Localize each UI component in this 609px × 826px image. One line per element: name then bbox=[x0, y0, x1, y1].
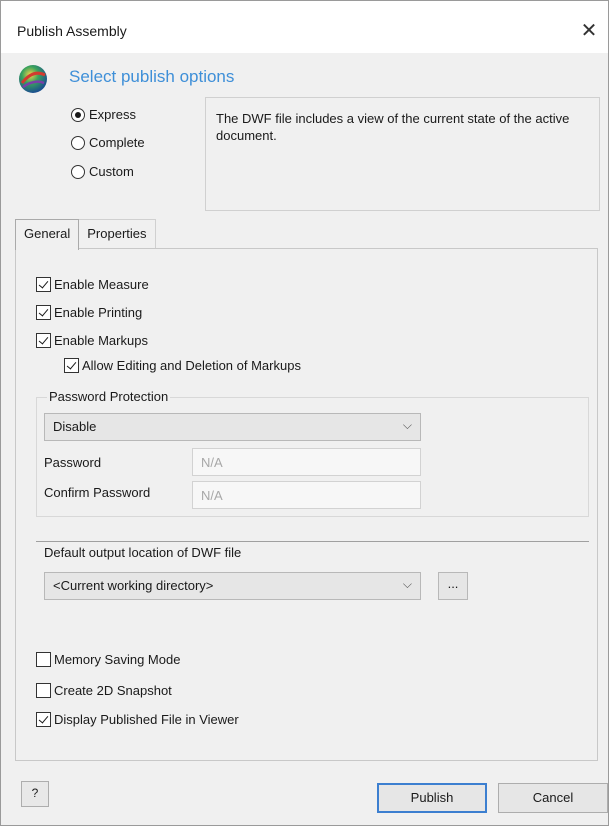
radio-complete[interactable]: Complete bbox=[71, 135, 145, 150]
dwf-globe-icon bbox=[19, 65, 47, 93]
chevron-down-icon: ⌵ bbox=[402, 577, 412, 591]
password-mode-dropdown[interactable]: Disable ⌵ bbox=[44, 413, 421, 441]
output-location-value: <Current working directory> bbox=[53, 578, 214, 593]
tab-bar: General Properties bbox=[15, 219, 156, 250]
enable-markups-box[interactable] bbox=[36, 333, 51, 348]
general-tab-panel: Enable Measure Enable Printing Enable Ma… bbox=[15, 248, 598, 761]
create-2d-snapshot-checkbox[interactable]: Create 2D Snapshot bbox=[36, 683, 172, 698]
publish-options-header: Select publish options Express Complete … bbox=[1, 53, 608, 213]
radio-custom[interactable]: Custom bbox=[71, 164, 134, 179]
cancel-button[interactable]: Cancel bbox=[498, 783, 608, 813]
tab-properties[interactable]: Properties bbox=[78, 219, 156, 249]
output-location-label: Default output location of DWF file bbox=[44, 545, 242, 560]
enable-markups-checkbox[interactable]: Enable Markups bbox=[36, 333, 148, 348]
allow-editing-box[interactable] bbox=[64, 358, 79, 373]
browse-button[interactable]: ... bbox=[438, 572, 468, 600]
window-title: Publish Assembly bbox=[17, 23, 127, 39]
password-protection-group: Password Protection Disable ⌵ Password C… bbox=[36, 389, 589, 517]
radio-express[interactable]: Express bbox=[71, 107, 136, 122]
section-divider bbox=[36, 541, 589, 542]
radio-complete-label: Complete bbox=[89, 135, 145, 150]
enable-markups-label: Enable Markups bbox=[54, 333, 148, 348]
confirm-password-input[interactable] bbox=[192, 481, 421, 509]
enable-printing-checkbox[interactable]: Enable Printing bbox=[36, 305, 142, 320]
display-viewer-label: Display Published File in Viewer bbox=[54, 712, 239, 727]
publish-assembly-dialog: Publish Assembly ✕ Select publish option… bbox=[0, 0, 609, 826]
create-2d-snapshot-box[interactable] bbox=[36, 683, 51, 698]
option-description: The DWF file includes a view of the curr… bbox=[205, 97, 600, 211]
create-2d-snapshot-label: Create 2D Snapshot bbox=[54, 683, 172, 698]
password-mode-value: Disable bbox=[53, 419, 97, 434]
radio-custom-indicator[interactable] bbox=[71, 164, 85, 179]
enable-measure-box[interactable] bbox=[36, 277, 51, 292]
memory-saving-label: Memory Saving Mode bbox=[54, 652, 181, 667]
allow-editing-checkbox[interactable]: Allow Editing and Deletion of Markups bbox=[64, 358, 301, 373]
close-icon[interactable]: ✕ bbox=[574, 15, 604, 45]
chevron-down-icon: ⌵ bbox=[402, 418, 412, 432]
enable-printing-label: Enable Printing bbox=[54, 305, 143, 320]
radio-complete-indicator[interactable] bbox=[71, 135, 85, 150]
memory-saving-box[interactable] bbox=[36, 652, 51, 667]
password-label: Password bbox=[44, 455, 102, 470]
enable-measure-checkbox[interactable]: Enable Measure bbox=[36, 277, 149, 292]
display-viewer-checkbox[interactable]: Display Published File in Viewer bbox=[36, 712, 239, 727]
allow-editing-label: Allow Editing and Deletion of Markups bbox=[82, 358, 301, 373]
select-options-heading: Select publish options bbox=[69, 67, 235, 86]
tab-general[interactable]: General bbox=[15, 219, 80, 250]
radio-express-indicator[interactable] bbox=[71, 107, 85, 122]
publish-button[interactable]: Publish bbox=[377, 783, 487, 813]
radio-express-label: Express bbox=[89, 107, 136, 122]
enable-printing-box[interactable] bbox=[36, 305, 51, 320]
output-location-dropdown[interactable]: <Current working directory> ⌵ bbox=[44, 572, 421, 600]
radio-custom-label: Custom bbox=[89, 164, 134, 179]
password-protection-title: Password Protection bbox=[47, 389, 171, 404]
memory-saving-checkbox[interactable]: Memory Saving Mode bbox=[36, 652, 180, 667]
enable-measure-label: Enable Measure bbox=[54, 277, 149, 292]
password-input[interactable] bbox=[192, 448, 421, 476]
title-bar: Publish Assembly ✕ bbox=[1, 1, 608, 53]
help-icon[interactable]: ? bbox=[21, 781, 49, 807]
confirm-password-label: Confirm Password bbox=[44, 485, 151, 500]
display-viewer-box[interactable] bbox=[36, 712, 51, 727]
